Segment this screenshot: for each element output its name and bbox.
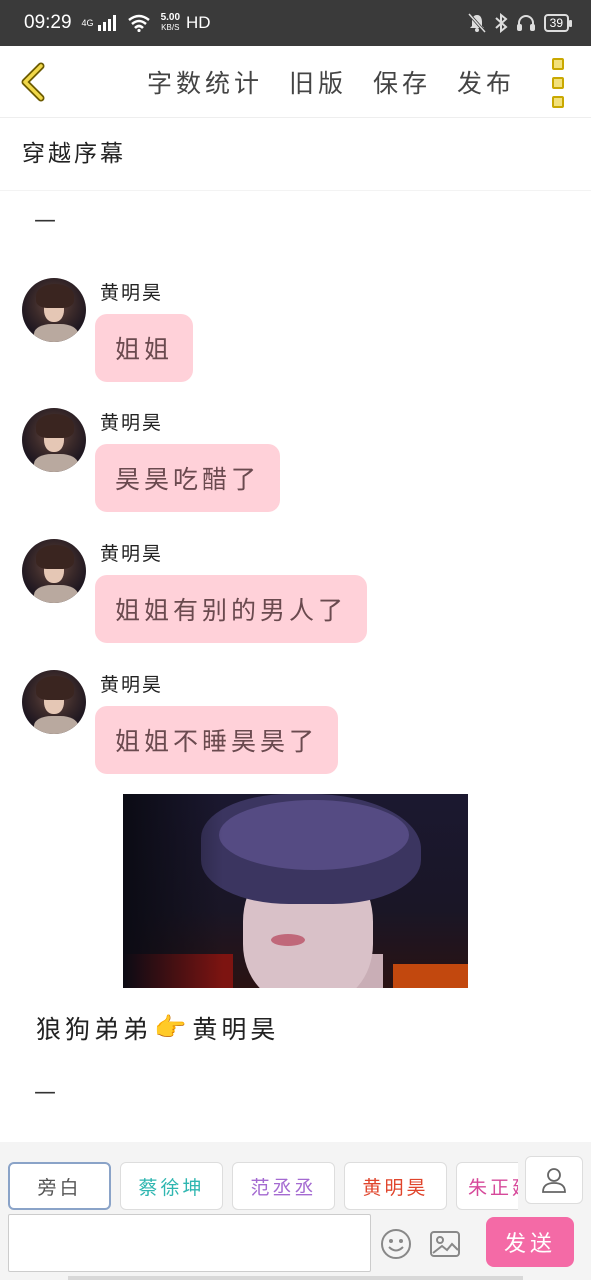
toolbar-actions: 字数统计 旧版 保存 发布 [147, 46, 515, 118]
editor-toolbar: 字数统计 旧版 保存 发布 [0, 46, 591, 118]
role-zhu-zhengting[interactable]: 朱正廷 [456, 1162, 518, 1210]
clock: 09:29 [24, 12, 72, 33]
avatar[interactable] [22, 670, 86, 734]
battery-level: 39 [549, 16, 563, 30]
network-indicator: 4G [82, 15, 117, 31]
message-bubble[interactable]: 姐姐有别的男人了 [95, 575, 368, 643]
nav-gesture-bar [68, 1276, 523, 1280]
role-manager-button[interactable] [525, 1156, 583, 1204]
role-fan-chengcheng[interactable]: 范丞丞 [232, 1162, 335, 1210]
more-vertical-icon[interactable] [543, 58, 573, 108]
narration-text[interactable]: 狼狗弟弟 👉 黄明昊 [36, 1010, 279, 1046]
role-cai-xukun[interactable]: 蔡徐坤 [120, 1162, 223, 1210]
narration-after: 黄明昊 [192, 1015, 280, 1044]
message-bubble[interactable]: 昊昊吃醋了 [95, 444, 281, 512]
more-dot [552, 58, 564, 70]
bluetooth-icon [494, 13, 508, 33]
narration-before: 狼狗弟弟 [36, 1015, 153, 1044]
avatar[interactable] [22, 539, 86, 603]
headphones-icon [516, 15, 535, 31]
sender-name: 黄明昊 [100, 282, 164, 304]
avatar[interactable] [22, 408, 86, 472]
message-input[interactable] [8, 1214, 371, 1272]
chapter-title[interactable]: 穿越序幕 [22, 134, 126, 168]
sender-name: 黄明昊 [100, 674, 164, 696]
publish-button[interactable]: 发布 [457, 64, 515, 100]
back-button[interactable] [12, 60, 52, 104]
net-speed: 5.00 KB/S [161, 13, 180, 33]
role-huang-minghao[interactable]: 黄明昊 [344, 1162, 447, 1210]
user-icon [542, 1168, 566, 1193]
message-bubble[interactable]: 姐姐不睡昊昊了 [95, 706, 339, 774]
old-version-button[interactable]: 旧版 [289, 64, 347, 100]
composer-panel: 旁白 蔡徐坤 范丞丞 黄明昊 朱正廷 发送 [0, 1142, 591, 1280]
net-speed-value: 5.00 [160, 12, 181, 23]
role-narrator[interactable]: 旁白 [8, 1162, 111, 1210]
network-label: 4G [81, 18, 94, 28]
save-button[interactable]: 保存 [373, 64, 431, 100]
image-icon[interactable] [429, 1230, 461, 1258]
emoji-icon[interactable] [380, 1228, 412, 1260]
chat-message[interactable]: 黄明昊 姐姐有别的男人了 [22, 539, 542, 649]
mute-bell-icon [467, 13, 486, 33]
story-image[interactable] [123, 794, 468, 988]
status-bar: 09:29 4G 5.00 KB/S HD 39 [0, 0, 591, 46]
word-count-button[interactable]: 字数统计 [147, 64, 263, 100]
role-selector: 旁白 蔡徐坤 范丞丞 黄明昊 朱正廷 [8, 1162, 518, 1210]
more-dot [552, 77, 564, 89]
sender-name: 黄明昊 [100, 412, 164, 434]
chevron-left-icon [21, 62, 45, 102]
pointing-hand-icon: 👉 [154, 1013, 191, 1043]
chat-message[interactable]: 黄明昊 昊昊吃醋了 [22, 408, 542, 518]
battery-icon: 39 [543, 14, 573, 32]
hd-label: HD [186, 13, 211, 32]
wifi-icon [127, 14, 150, 32]
separator-dash: — [34, 1080, 56, 1105]
more-dot [552, 96, 564, 108]
chat-message[interactable]: 黄明昊 姐姐 [22, 278, 542, 388]
chat-message[interactable]: 黄明昊 姐姐不睡昊昊了 [22, 670, 542, 780]
sender-name: 黄明昊 [100, 543, 164, 565]
signal-icon [97, 15, 116, 31]
send-button[interactable]: 发送 [486, 1217, 574, 1267]
divider [0, 190, 591, 191]
avatar[interactable] [22, 278, 86, 342]
separator-dash: — [34, 208, 56, 233]
message-bubble[interactable]: 姐姐 [95, 314, 194, 382]
net-speed-unit: KB/S [161, 23, 180, 32]
